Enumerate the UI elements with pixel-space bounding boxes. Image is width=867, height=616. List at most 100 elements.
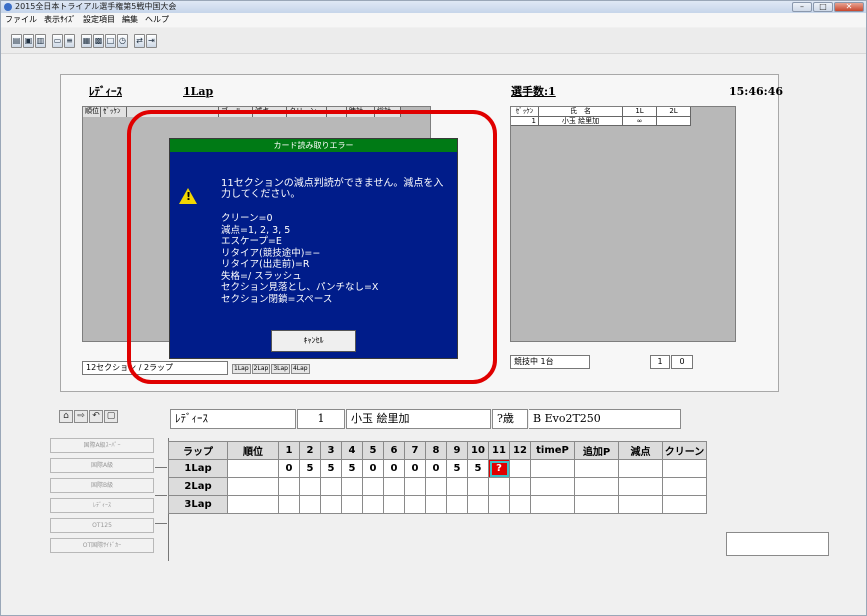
score-cell[interactable]: 5 xyxy=(467,459,489,478)
lap-tab-3[interactable]: 3Lap xyxy=(271,364,290,374)
rider-row[interactable]: 1 小玉 絵里加 ∞ xyxy=(511,117,735,126)
addp-cell[interactable] xyxy=(574,477,619,496)
menu-help[interactable]: ヘルプ xyxy=(145,13,169,27)
score-cell[interactable] xyxy=(299,495,321,514)
score-cell[interactable] xyxy=(278,477,300,496)
undo-icon[interactable]: ↶ xyxy=(89,410,103,423)
score-cell[interactable] xyxy=(446,477,468,496)
rank-cell[interactable] xyxy=(227,477,279,496)
menu-edit[interactable]: 編集 xyxy=(122,13,138,27)
save-icon[interactable]: ▣ xyxy=(23,33,34,48)
score-cell[interactable] xyxy=(425,477,447,496)
timep-cell[interactable] xyxy=(530,477,575,496)
lap-tab-1[interactable]: 1Lap xyxy=(232,364,251,374)
header-s9: 9 xyxy=(446,441,468,460)
cancel-button[interactable]: ｷｬﾝｾﾙ xyxy=(271,330,356,352)
maximize-button[interactable]: □ xyxy=(813,2,833,12)
legend-retire-during: リタイア(競技途中)=− xyxy=(221,247,321,259)
rank-cell[interactable] xyxy=(227,459,279,478)
lock-icon[interactable]: ⌂ xyxy=(59,410,73,423)
col-time: 時計 xyxy=(347,107,375,117)
timep-cell[interactable] xyxy=(530,459,575,478)
lap-tab-4[interactable]: 4Lap xyxy=(290,364,310,374)
lap-tab-2[interactable]: 2Lap xyxy=(251,364,271,374)
header-s5: 5 xyxy=(362,441,384,460)
score-cell[interactable] xyxy=(320,495,342,514)
class-button-ia-super[interactable]: 国際A級ｽｰﾊﾟｰ xyxy=(50,438,154,453)
score-cell[interactable] xyxy=(362,495,384,514)
score-cell[interactable] xyxy=(488,477,510,496)
rank-cell[interactable] xyxy=(227,495,279,514)
header-s8: 8 xyxy=(425,441,447,460)
ranking-header: 順位 ｾﾞｯｹﾝ ゴール 減点 クリーン 時計 総計 xyxy=(83,107,401,117)
title-bar: 2015全日本トライアル選手権第5戦中国大会 – □ ✕ xyxy=(1,1,866,13)
score-cell[interactable] xyxy=(383,495,405,514)
class-button-ot125[interactable]: OT125 xyxy=(50,518,154,533)
box-icon[interactable]: □ xyxy=(105,33,116,48)
col-points: 減点 xyxy=(253,107,287,117)
menu-file[interactable]: ファイル xyxy=(5,13,37,27)
menu-view-size[interactable]: 表示ｻｲｽﾞ xyxy=(44,13,76,27)
score-cell[interactable] xyxy=(425,495,447,514)
col-clean: クリーン xyxy=(287,107,327,117)
score-cell[interactable] xyxy=(383,477,405,496)
legend-points: 減点=1, 2, 3, 5 xyxy=(221,224,291,236)
rider-list-panel[interactable]: ｾﾞｯｹﾝ 氏 名 1L 2L 1 小玉 絵里加 ∞ xyxy=(510,106,736,342)
export-icon[interactable]: ⇥ xyxy=(146,33,157,48)
layout-icon[interactable]: ▦ xyxy=(81,33,92,48)
print-icon[interactable]: ▥ xyxy=(35,33,46,48)
addp-cell[interactable] xyxy=(574,495,619,514)
minimize-button[interactable]: – xyxy=(792,2,812,12)
app-icon xyxy=(4,3,12,11)
score-cell[interactable] xyxy=(341,477,363,496)
score-cell[interactable]: 0 xyxy=(278,459,300,478)
score-cell[interactable] xyxy=(509,495,531,514)
score-cell[interactable] xyxy=(467,495,489,514)
list-icon[interactable]: ≡ xyxy=(64,33,75,48)
score-cell[interactable] xyxy=(341,495,363,514)
score-cell[interactable] xyxy=(299,477,321,496)
score-cell[interactable] xyxy=(404,477,426,496)
class-button-ib[interactable]: 国際B級 xyxy=(50,478,154,493)
score-cell[interactable]: 0 xyxy=(362,459,384,478)
input-icon[interactable]: ⇨ xyxy=(74,410,88,423)
sync-icon[interactable]: ⇄ xyxy=(134,33,145,48)
score-cell[interactable] xyxy=(278,495,300,514)
score-cell[interactable]: 5 xyxy=(320,459,342,478)
app-window: 2015全日本トライアル選手権第5戦中国大会 – □ ✕ ファイル 表示ｻｲｽﾞ… xyxy=(0,0,867,616)
open-icon[interactable]: ▤ xyxy=(11,33,22,48)
clock-icon[interactable]: ◷ xyxy=(117,33,128,48)
score-cell[interactable] xyxy=(362,477,384,496)
close-button[interactable]: ✕ xyxy=(834,2,864,12)
menu-settings[interactable]: 設定項目 xyxy=(83,13,115,27)
score-cell[interactable]: 0 xyxy=(425,459,447,478)
save-icon[interactable]: ▢ xyxy=(104,410,118,423)
timep-cell[interactable] xyxy=(530,495,575,514)
score-cell[interactable]: 5 xyxy=(446,459,468,478)
score-cell[interactable]: 5 xyxy=(341,459,363,478)
class-button-ot-sidecar[interactable]: OT国際ｻｲﾄﾞｶｰ xyxy=(50,538,154,553)
class-button-ladies[interactable]: ﾚﾃﾞｨｰｽ xyxy=(50,498,154,513)
legend-retire-before: リタイア(出走前)=R xyxy=(221,259,310,270)
window-icon[interactable]: ▭ xyxy=(52,33,63,48)
addp-cell[interactable] xyxy=(574,459,619,478)
class-label: ﾚﾃﾞｨｰｽ xyxy=(89,85,122,98)
score-cell[interactable] xyxy=(509,459,531,478)
lap-label: 1Lap xyxy=(168,459,228,478)
unreadable-score-cell[interactable]: ? xyxy=(488,459,510,478)
score-cell[interactable] xyxy=(320,477,342,496)
count-box-2: 0 xyxy=(671,355,693,369)
class-button-ia[interactable]: 国際A級 xyxy=(50,458,154,473)
grid-icon[interactable]: ▩ xyxy=(93,33,104,48)
score-cell[interactable] xyxy=(509,477,531,496)
score-cell[interactable] xyxy=(488,495,510,514)
score-cell[interactable] xyxy=(404,495,426,514)
score-cell[interactable] xyxy=(446,495,468,514)
header-points: 減点 xyxy=(618,441,663,460)
score-row: 3Lap xyxy=(168,495,707,514)
score-cell[interactable] xyxy=(467,477,489,496)
rider-lap1: ∞ xyxy=(623,117,657,126)
score-cell[interactable]: 0 xyxy=(383,459,405,478)
score-cell[interactable]: 0 xyxy=(404,459,426,478)
score-cell[interactable]: 5 xyxy=(299,459,321,478)
